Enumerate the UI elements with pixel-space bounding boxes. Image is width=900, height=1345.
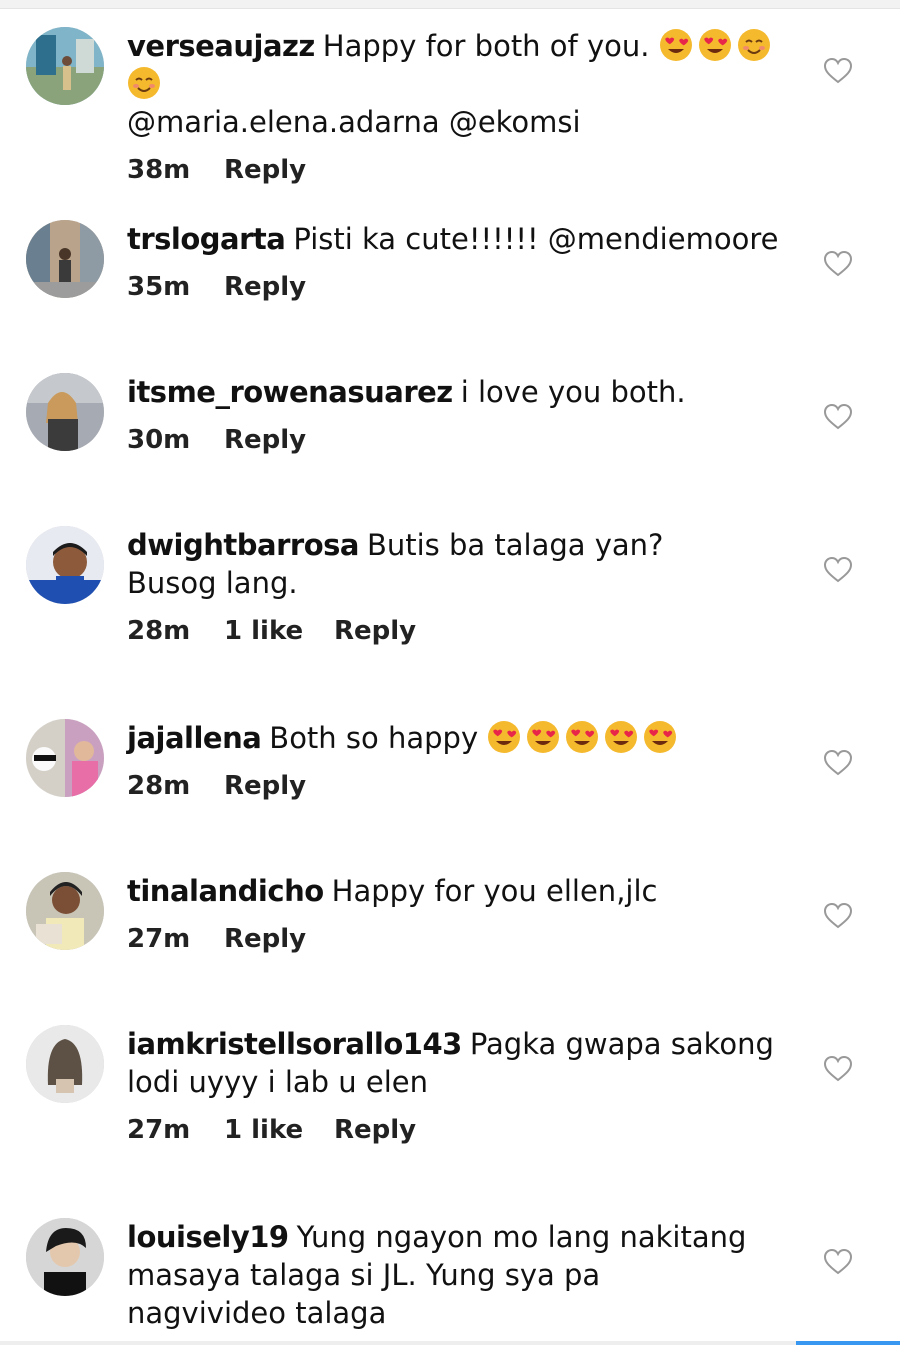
comment-timestamp: 38m	[127, 155, 191, 185]
heart-eyes-emoji-icon	[566, 721, 599, 753]
like-heart-icon[interactable]	[823, 57, 853, 85]
comment-meta: 28m 1 like Reply	[127, 616, 737, 646]
reply-button[interactable]: Reply	[224, 155, 306, 185]
comment-message: Happy for you ellen,jlc	[331, 874, 658, 908]
comment-text: dwightbarrosa Butis ba talaga yan? Busog …	[127, 526, 737, 602]
comment-username[interactable]: tinalandicho	[127, 874, 324, 908]
top-divider	[0, 0, 900, 9]
like-heart-icon[interactable]	[823, 556, 853, 584]
scroll-indicator	[796, 1341, 900, 1345]
comment-meta: 28m Reply	[127, 771, 795, 801]
comment-text: tinalandicho Happy for you ellen,jlc	[127, 872, 795, 910]
comment-message: Pisti ka cute!!!!!! @mendiemoore	[293, 222, 779, 256]
heart-eyes-emoji-icon	[488, 721, 521, 753]
like-heart-icon[interactable]	[823, 902, 853, 930]
reply-button[interactable]: Reply	[224, 771, 306, 801]
heart-eyes-emoji-icon	[659, 29, 692, 61]
avatar[interactable]	[26, 1025, 104, 1103]
comment-meta: 35m Reply	[127, 272, 795, 302]
bottom-divider	[0, 1341, 900, 1345]
avatar[interactable]	[26, 220, 104, 298]
comment-timestamp: 28m	[127, 771, 191, 801]
comment-timestamp: 27m	[127, 1115, 191, 1145]
comment-timestamp: 35m	[127, 272, 191, 302]
comment-like-count[interactable]: 1 like	[224, 616, 334, 646]
comment-text: itsme_rowenasuarez i love you both.	[127, 373, 795, 411]
comment-username[interactable]: jajallena	[127, 721, 262, 755]
comment-text: iamkristellsorallo143 Pagka gwapa sakong …	[127, 1025, 777, 1101]
comment-like-count[interactable]: 1 like	[224, 1115, 334, 1145]
heart-eyes-emoji-icon	[527, 721, 560, 753]
heart-eyes-emoji-icon	[644, 721, 677, 753]
like-heart-icon[interactable]	[823, 250, 853, 278]
reply-button[interactable]: Reply	[224, 272, 306, 302]
reply-button[interactable]: Reply	[224, 924, 306, 954]
heart-eyes-emoji-icon	[698, 29, 731, 61]
like-heart-icon[interactable]	[823, 1248, 853, 1276]
comment-text: louisely19 Yung ngayon mo lang nakitang m…	[127, 1218, 752, 1332]
comment-mentions[interactable]: @maria.elena.adarna @ekomsi	[127, 105, 581, 139]
comment-username[interactable]: iamkristellsorallo143	[127, 1027, 462, 1061]
comment-meta: 27m Reply	[127, 924, 795, 954]
reply-button[interactable]: Reply	[334, 616, 416, 646]
smiling-blush-emoji-icon	[128, 67, 160, 99]
avatar[interactable]	[26, 872, 104, 950]
smiling-blush-emoji-icon	[737, 29, 770, 61]
comment-meta: 38m Reply	[127, 155, 787, 185]
comment-username[interactable]: louisely19	[127, 1220, 289, 1254]
comment-meta: 30m Reply	[127, 425, 795, 455]
comment-timestamp: 28m	[127, 616, 191, 646]
avatar[interactable]	[26, 526, 104, 604]
comment-message: Both so happy	[269, 721, 479, 755]
avatar[interactable]	[26, 1218, 104, 1296]
comment-message: Happy for both of you.	[322, 29, 650, 63]
reply-button[interactable]: Reply	[334, 1115, 416, 1145]
comment-timestamp: 30m	[127, 425, 191, 455]
heart-eyes-emoji-icon	[605, 721, 638, 753]
like-heart-icon[interactable]	[823, 403, 853, 431]
comment-username[interactable]: verseaujazz	[127, 29, 315, 63]
comment-username[interactable]: itsme_rowenasuarez	[127, 375, 453, 409]
comment-text: verseaujazz Happy for both of you. @maria…	[127, 27, 787, 141]
comment-username[interactable]: dwightbarrosa	[127, 528, 359, 562]
comment-message: i love you both.	[460, 375, 686, 409]
reply-button[interactable]: Reply	[224, 425, 306, 455]
avatar[interactable]	[26, 719, 104, 797]
comment-meta: 27m 1 like Reply	[127, 1115, 777, 1145]
avatar[interactable]	[26, 373, 104, 451]
like-heart-icon[interactable]	[823, 749, 853, 777]
comment-username[interactable]: trslogarta	[127, 222, 286, 256]
comment-text: jajallena Both so happy	[127, 719, 795, 757]
like-heart-icon[interactable]	[823, 1055, 853, 1083]
avatar[interactable]	[26, 27, 104, 105]
comment-timestamp: 27m	[127, 924, 191, 954]
comment-text: trslogarta Pisti ka cute!!!!!! @mendiemoo…	[127, 220, 795, 258]
